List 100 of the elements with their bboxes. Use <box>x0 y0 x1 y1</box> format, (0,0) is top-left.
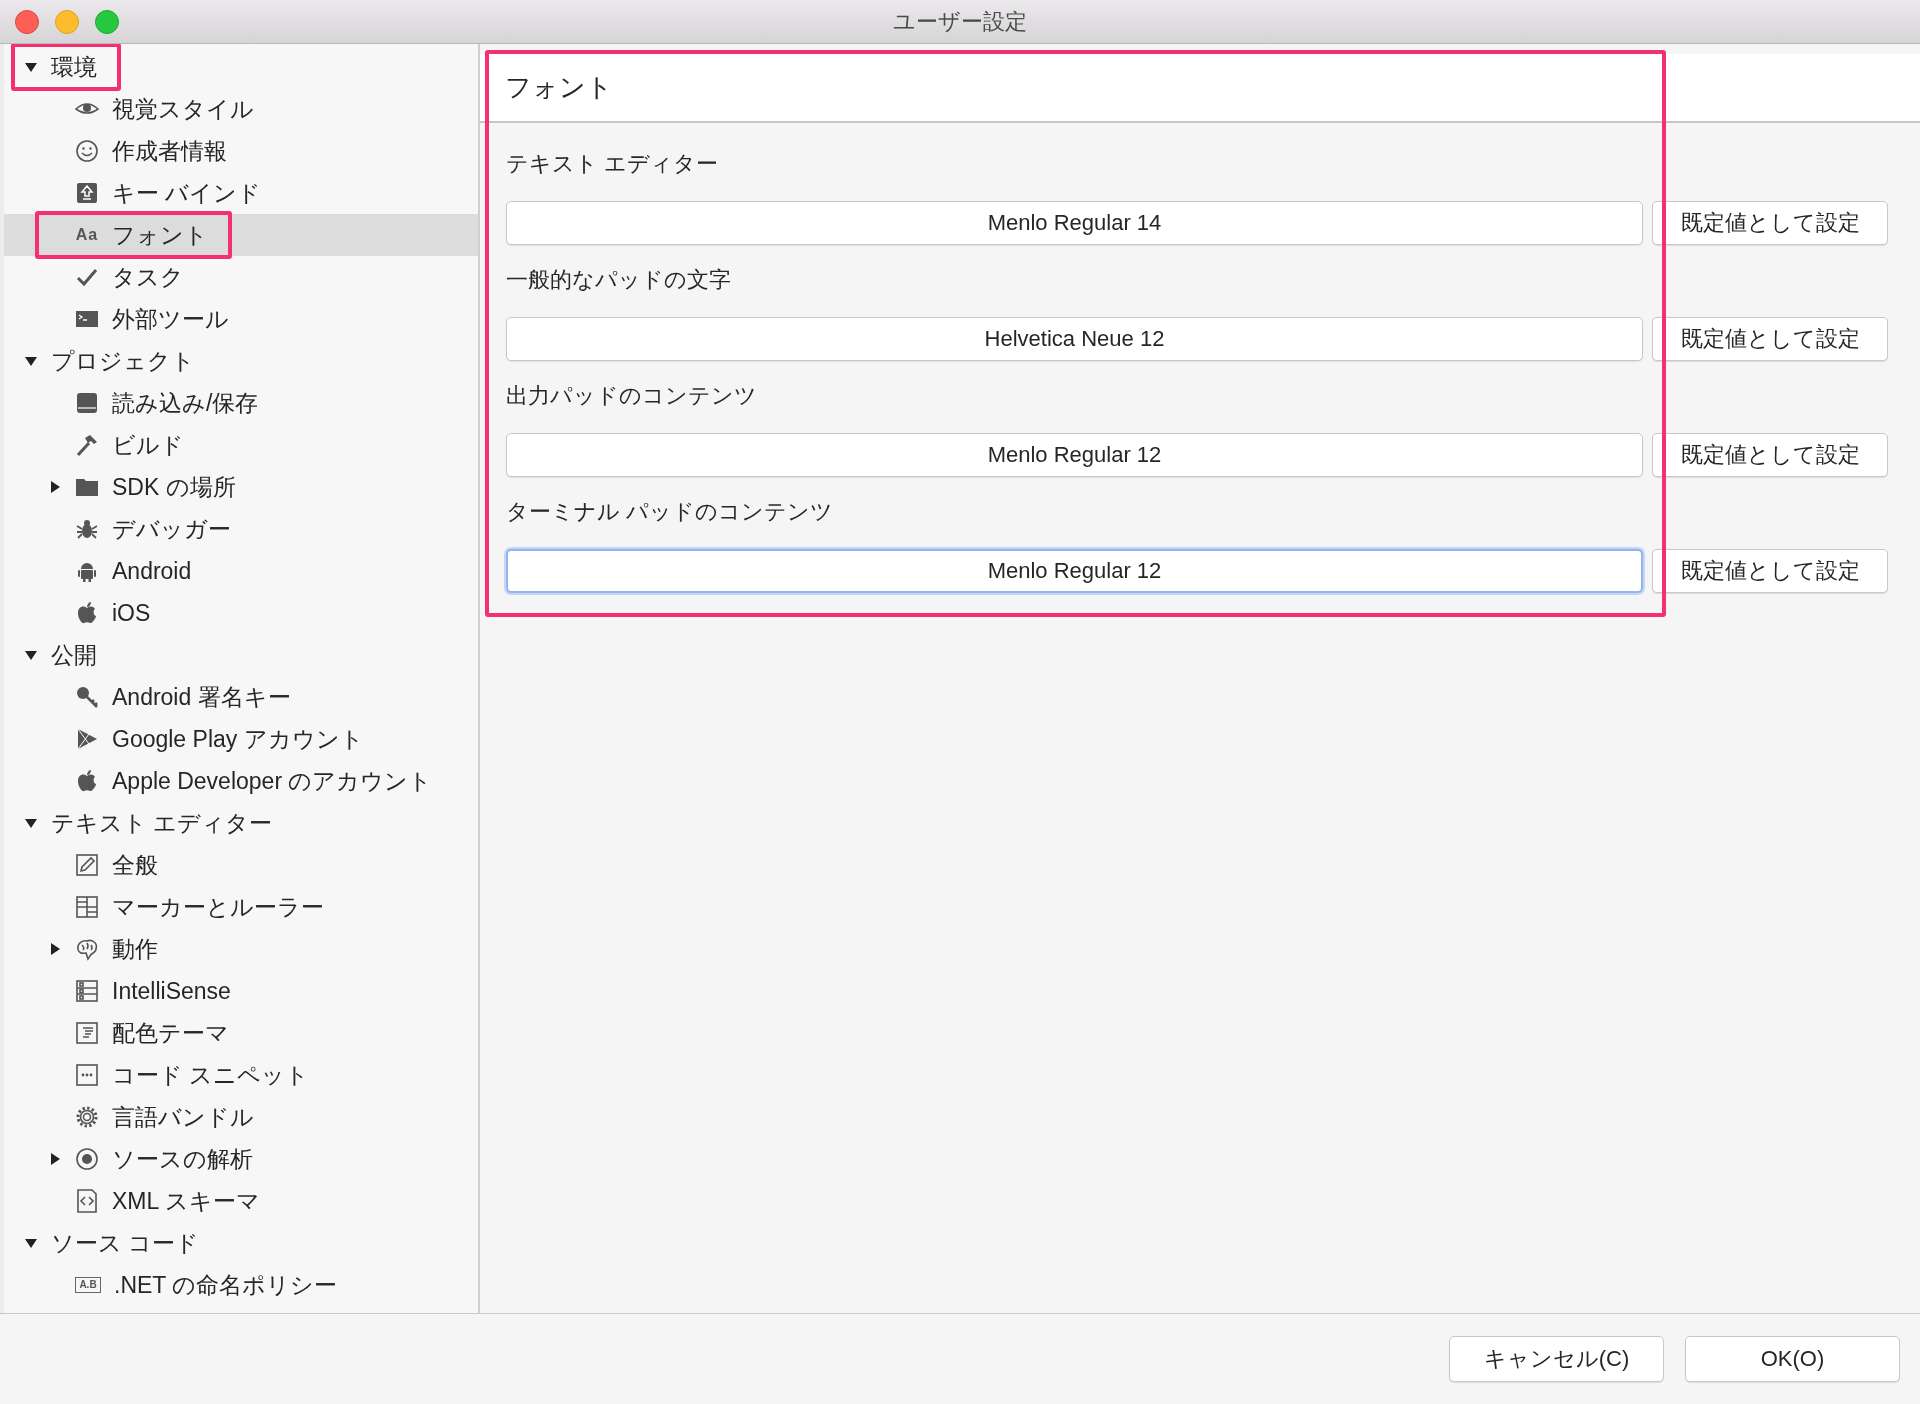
tree-item[interactable]: ビルド <box>4 424 478 466</box>
set-default-button[interactable]: 既定値として設定 <box>1652 433 1888 477</box>
tree-item[interactable]: ソースの解析 <box>4 1138 478 1180</box>
list-icon <box>75 979 99 1003</box>
set-default-button[interactable]: 既定値として設定 <box>1652 201 1888 245</box>
item-label: 配色テーマ <box>112 1018 229 1048</box>
item-label: SDK の場所 <box>112 472 236 502</box>
play-icon <box>75 727 99 751</box>
window-title: ユーザー設定 <box>893 8 1027 34</box>
tree-item[interactable]: Aa フォント <box>4 214 478 256</box>
set-default-button[interactable]: 既定値として設定 <box>1652 317 1888 361</box>
item-label: iOS <box>112 599 151 627</box>
item-label: Google Play アカウント <box>112 724 364 754</box>
font-field[interactable]: Menlo Regular 14 <box>506 201 1643 245</box>
item-label: テキスト エディター <box>51 808 273 838</box>
expanded-caret-icon[interactable] <box>24 816 38 830</box>
tree-item[interactable]: 全般 <box>4 844 478 886</box>
gear-icon <box>75 1105 99 1129</box>
tree-item[interactable]: デバッガー <box>4 508 478 550</box>
cancel-button[interactable]: キャンセル(C) <box>1449 1336 1664 1382</box>
smiley-icon <box>75 139 99 163</box>
tree-item[interactable]: 配色テーマ <box>4 1012 478 1054</box>
expanded-caret-icon[interactable] <box>24 1236 38 1250</box>
bug-icon <box>75 517 99 541</box>
tree-item[interactable]: iOS <box>4 592 478 634</box>
tree-item[interactable]: タスク <box>4 256 478 298</box>
font-field[interactable]: Helvetica Neue 12 <box>506 317 1643 361</box>
item-label: Apple Developer のアカウント <box>112 766 433 796</box>
tree-item[interactable]: コード スニペット <box>4 1054 478 1096</box>
item-label: 外部ツール <box>112 304 229 334</box>
item-label: 作成者情報 <box>112 136 227 166</box>
panel-title: フォント <box>505 71 613 104</box>
item-label: 公開 <box>51 640 97 670</box>
tree-item[interactable]: Google Play アカウント <box>4 718 478 760</box>
collapsed-caret-icon[interactable] <box>48 942 62 956</box>
tree-item[interactable]: Apple Developer のアカウント <box>4 760 478 802</box>
tree-item[interactable]: テキスト エディター <box>4 802 478 844</box>
setting-label: ターミナル パッドのコンテンツ <box>506 498 835 526</box>
document-icon <box>75 1021 99 1045</box>
item-label: .NET の命名ポリシー <box>114 1270 338 1300</box>
tree-item[interactable]: ソース コード <box>4 1222 478 1264</box>
tree-item[interactable]: 動作 <box>4 928 478 970</box>
upload-key-icon <box>75 181 99 205</box>
item-label: 環境 <box>51 52 97 82</box>
item-label: プロジェクト <box>51 346 195 376</box>
item-label: 全般 <box>112 850 158 880</box>
tree-item[interactable]: 視覚スタイル <box>4 88 478 130</box>
hammer-icon <box>75 433 99 457</box>
setting-label: テキスト エディター <box>506 150 720 178</box>
item-label: ビルド <box>112 430 184 460</box>
tree-item[interactable]: 言語バンドル <box>4 1096 478 1138</box>
expanded-caret-icon[interactable] <box>24 354 38 368</box>
close-button[interactable] <box>15 9 39 34</box>
item-label: Android <box>112 557 192 585</box>
set-default-button[interactable]: 既定値として設定 <box>1652 549 1888 593</box>
apple-icon <box>75 769 99 793</box>
tree-item[interactable]: Android 署名キー <box>4 676 478 718</box>
grid-icon <box>75 895 99 919</box>
font-icon: Aa <box>75 226 99 244</box>
tree-item[interactable]: 外部ツール <box>4 298 478 340</box>
item-label: ソースの解析 <box>112 1144 253 1174</box>
collapsed-caret-icon[interactable] <box>48 1152 62 1166</box>
font-icon: A.B <box>75 1277 101 1293</box>
item-label: 読み込み/保存 <box>112 388 259 418</box>
collapsed-caret-icon[interactable] <box>48 480 62 494</box>
tree-item[interactable]: Android <box>4 550 478 592</box>
item-label: マーカーとルーラー <box>112 892 324 922</box>
tree-item[interactable]: プロジェクト <box>4 340 478 382</box>
tree-item[interactable]: IntelliSense <box>4 970 478 1012</box>
ok-button[interactable]: OK(O) <box>1685 1336 1900 1382</box>
tree-item[interactable]: マーカーとルーラー <box>4 886 478 928</box>
font-field[interactable]: Menlo Regular 12 <box>506 433 1643 477</box>
tree-item[interactable]: 環境 <box>4 46 478 88</box>
item-label: Android 署名キー <box>112 682 291 712</box>
pencil-icon <box>75 853 99 877</box>
item-label: ソース コード <box>51 1228 200 1258</box>
item-label: 動作 <box>112 934 158 964</box>
item-label: キー バインド <box>112 178 262 208</box>
item-label: XML スキーマ <box>112 1186 260 1216</box>
tree-item[interactable]: XML スキーマ <box>4 1180 478 1222</box>
item-label: 言語バンドル <box>112 1102 254 1132</box>
tree-item[interactable]: 作成者情報 <box>4 130 478 172</box>
key-icon <box>75 685 99 709</box>
item-label: デバッガー <box>112 514 231 544</box>
expanded-caret-icon[interactable] <box>24 648 38 662</box>
tree-item[interactable]: SDK の場所 <box>4 466 478 508</box>
ellipsis-icon <box>75 1063 99 1087</box>
item-label: フォント <box>112 220 208 250</box>
font-field[interactable]: Menlo Regular 12 <box>506 549 1643 593</box>
apple-icon <box>75 601 99 625</box>
setting-label: 出力パッドのコンテンツ <box>506 382 758 410</box>
code-file-icon <box>75 1189 99 1213</box>
expanded-caret-icon[interactable] <box>24 60 38 74</box>
tree-item[interactable]: 読み込み/保存 <box>4 382 478 424</box>
setting-label: 一般的なパッドの文字 <box>506 266 732 294</box>
tree-item[interactable]: キー バインド <box>4 172 478 214</box>
radio-icon <box>75 1147 99 1171</box>
tree-item[interactable]: 公開 <box>4 634 478 676</box>
item-label: タスク <box>112 262 184 292</box>
tree-item[interactable]: A.B .NET の命名ポリシー <box>4 1264 478 1306</box>
